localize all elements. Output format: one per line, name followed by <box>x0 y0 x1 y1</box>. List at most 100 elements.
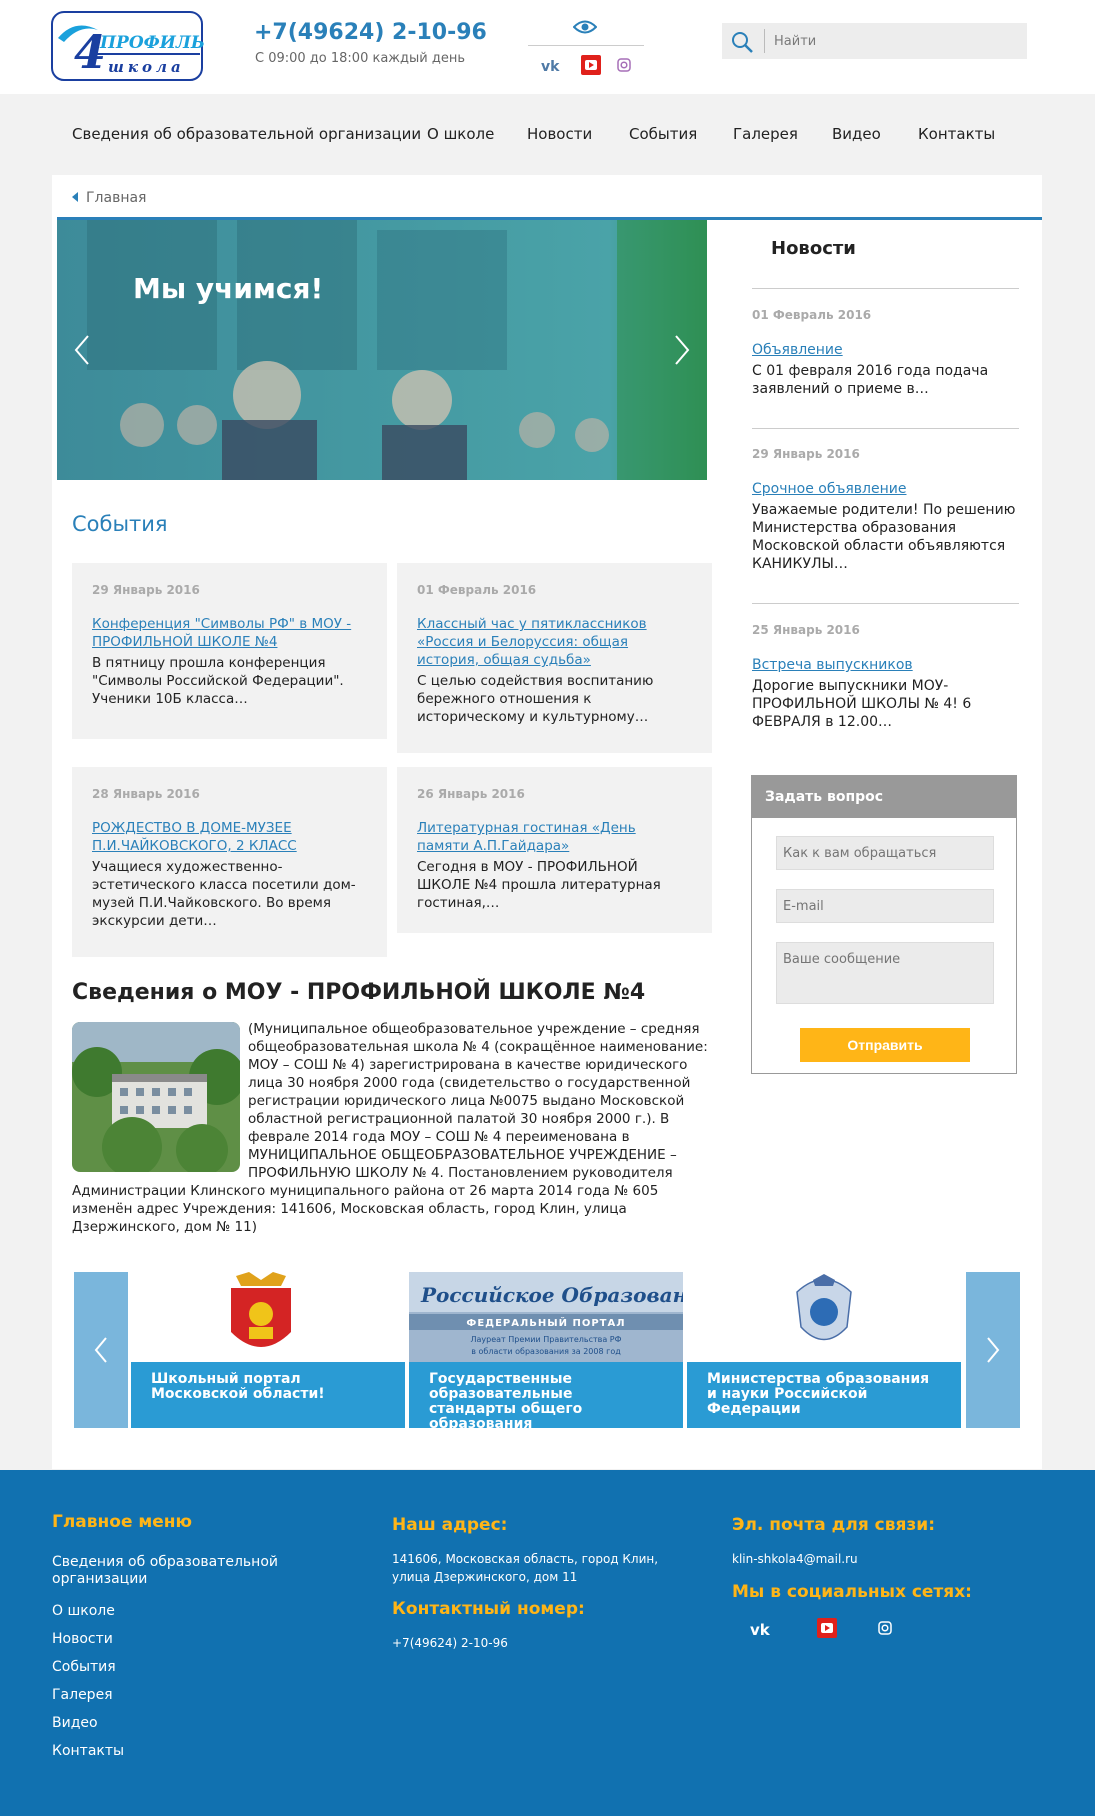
working-hours: С 09:00 до 18:00 каждый день <box>255 51 465 66</box>
footer-link-contacts[interactable]: Контакты <box>52 1743 124 1760</box>
news-item: 01 Февраль 2016 Объявление С 01 февраля … <box>752 308 1022 398</box>
event-link[interactable]: РОЖДЕСТВО В ДОМЕ-МУЗЕЕ П.И.ЧАЙКОВСКОГО, … <box>92 819 367 855</box>
event-text: С целью содействия воспитанию бережного … <box>417 673 654 725</box>
news-title: Новости <box>771 238 856 259</box>
footer-phone-title: Контактный номер: <box>392 1599 585 1619</box>
partner-card[interactable]: Российское Образование ФЕДЕРАЛЬНЫЙ ПОРТА… <box>409 1272 683 1432</box>
instagram-icon[interactable] <box>878 1621 892 1635</box>
main-content: Главная Мы учимся! События 29 Январь 201… <box>52 175 1042 1469</box>
partner-card[interactable]: Министерства образования и науки Российс… <box>687 1272 961 1428</box>
nav-item-video[interactable]: Видео <box>832 125 881 143</box>
nav-item-news[interactable]: Новости <box>527 125 592 143</box>
event-date: 29 Январь 2016 <box>92 583 200 597</box>
nav-item-gallery[interactable]: Галерея <box>733 125 798 143</box>
footer-email-title: Эл. почта для связи: <box>732 1515 935 1535</box>
moscow-region-emblem <box>131 1272 405 1362</box>
search-separator <box>764 29 765 53</box>
footer-link-video[interactable]: Видео <box>52 1715 98 1732</box>
event-link[interactable]: Конференция "Символы РФ" в МОУ - ПРОФИЛЬ… <box>92 615 367 651</box>
slider-next-arrow[interactable] <box>672 333 692 367</box>
news-link[interactable]: Срочное объявление <box>752 481 1022 497</box>
svg-text:vk: vk <box>750 1621 771 1638</box>
about-section: (Муниципальное общеобразовательное учреж… <box>72 1020 712 1236</box>
school-building-photo <box>72 1022 240 1172</box>
footer-email[interactable]: klin-shkola4@mail.ru <box>732 1550 858 1568</box>
site-header: 4 ПРОФИЛЬ школа +7(49624) 2-10-96 С 09:0… <box>0 0 1095 94</box>
breadcrumb: Главная <box>72 190 146 206</box>
nav-item-contacts[interactable]: Контакты <box>918 125 995 143</box>
message-field[interactable] <box>776 942 994 1004</box>
partner-caption: Государственные образовательные стандарт… <box>409 1362 683 1432</box>
slide-title: Мы учимся! <box>133 272 324 305</box>
event-text: Учащиеся художественно-эстетического кла… <box>92 859 356 929</box>
footer-social-title: Мы в социальных сетях: <box>732 1582 972 1602</box>
search-box <box>722 23 1027 59</box>
news-link[interactable]: Объявление <box>752 342 1022 358</box>
event-card: 26 Январь 2016 Литературная гостиная «Де… <box>397 767 712 933</box>
news-link[interactable]: Встреча выпускников <box>752 657 1022 673</box>
banner-title: Российское Образование <box>420 1283 683 1307</box>
nav-item-about[interactable]: О школе <box>427 125 494 143</box>
school-logo[interactable]: 4 ПРОФИЛЬ школа <box>50 10 205 84</box>
vk-icon[interactable]: vk <box>541 57 565 75</box>
header-divider <box>528 45 644 46</box>
slide-photo <box>57 220 707 480</box>
breadcrumb-home[interactable]: Главная <box>86 190 146 206</box>
partner-card[interactable]: Школьный портал Московской области! <box>131 1272 405 1428</box>
banner-note-1: Лауреат Премии Правительства РФ <box>471 1335 622 1344</box>
russian-education-banner: Российское Образование ФЕДЕРАЛЬНЫЙ ПОРТА… <box>409 1272 683 1362</box>
eye-icon[interactable] <box>572 19 598 35</box>
carousel-next-arrow[interactable] <box>966 1272 1020 1428</box>
news-text: С 01 февраля 2016 года подача заявлений … <box>752 363 989 397</box>
news-item: 29 Январь 2016 Срочное объявление Уважае… <box>752 447 1022 573</box>
footer-phone[interactable]: +7(49624) 2-10-96 <box>392 1634 508 1652</box>
nav-item-events[interactable]: События <box>629 125 697 143</box>
event-link[interactable]: Литературная гостиная «День памяти А.П.Г… <box>417 819 692 855</box>
search-input[interactable] <box>774 27 1019 55</box>
youtube-icon[interactable] <box>580 54 602 76</box>
instagram-icon[interactable] <box>617 58 631 72</box>
news-item: 25 Январь 2016 Встреча выпускников Дорог… <box>752 623 1022 731</box>
name-field[interactable] <box>776 836 994 870</box>
svg-text:vk: vk <box>541 59 560 73</box>
footer-address: 141606, Московская область, город Клин, … <box>392 1552 659 1584</box>
news-divider <box>752 603 1019 604</box>
news-date: 29 Январь 2016 <box>752 447 860 461</box>
event-text: В пятницу прошла конференция "Символы Ро… <box>92 655 344 707</box>
footer-link-news[interactable]: Новости <box>52 1631 113 1648</box>
partner-caption: Министерства образования и науки Российс… <box>687 1362 961 1428</box>
chevron-left-icon <box>72 192 78 202</box>
submit-button[interactable]: Отправить <box>800 1028 970 1062</box>
logo-text-top: ПРОФИЛЬ <box>99 33 205 53</box>
ministry-emblem <box>687 1272 961 1362</box>
event-link[interactable]: Классный час у пятиклассников «Россия и … <box>417 615 692 669</box>
footer-menu-title: Главное меню <box>52 1512 193 1532</box>
news-text: Уважаемые родители! По решению Министерс… <box>752 502 1016 572</box>
footer-link-about[interactable]: О школе <box>52 1603 115 1620</box>
event-date: 26 Январь 2016 <box>417 787 525 801</box>
footer-address-title: Наш адрес: <box>392 1515 508 1535</box>
site-footer: Главное меню Сведения об образовательной… <box>0 1470 1095 1816</box>
main-nav: Сведения об образовательной организации … <box>0 94 1095 174</box>
partner-caption: Школьный портал Московской области! <box>131 1362 405 1428</box>
slider-prev-arrow[interactable] <box>72 333 92 367</box>
news-divider <box>752 288 1019 289</box>
news-text: Дорогие выпускники МОУ-ПРОФИЛЬНОЙ ШКОЛЫ … <box>752 678 972 730</box>
logo-text-bottom: школа <box>108 58 185 76</box>
event-card: 28 Январь 2016 РОЖДЕСТВО В ДОМЕ-МУЗЕЕ П.… <box>72 767 387 957</box>
ask-question-form: Задать вопрос Отправить <box>751 775 1017 1074</box>
header-phone[interactable]: +7(49624) 2-10-96 <box>254 20 487 45</box>
event-card: 29 Январь 2016 Конференция "Символы РФ" … <box>72 563 387 739</box>
event-card: 01 Февраль 2016 Классный час у пятикласс… <box>397 563 712 753</box>
search-icon[interactable] <box>730 30 754 54</box>
banner-subtitle: ФЕДЕРАЛЬНЫЙ ПОРТАЛ <box>466 1316 625 1329</box>
carousel-prev-arrow[interactable] <box>74 1272 128 1428</box>
vk-icon[interactable]: vk <box>750 1620 776 1639</box>
event-date: 01 Февраль 2016 <box>417 583 537 597</box>
youtube-icon[interactable] <box>816 1617 838 1639</box>
nav-item-organization[interactable]: Сведения об образовательной организации <box>72 125 421 143</box>
footer-link-events[interactable]: События <box>52 1659 116 1676</box>
footer-link-organization[interactable]: Сведения об образовательной организации <box>52 1554 292 1588</box>
footer-link-gallery[interactable]: Галерея <box>52 1687 113 1704</box>
email-field[interactable] <box>776 889 994 923</box>
